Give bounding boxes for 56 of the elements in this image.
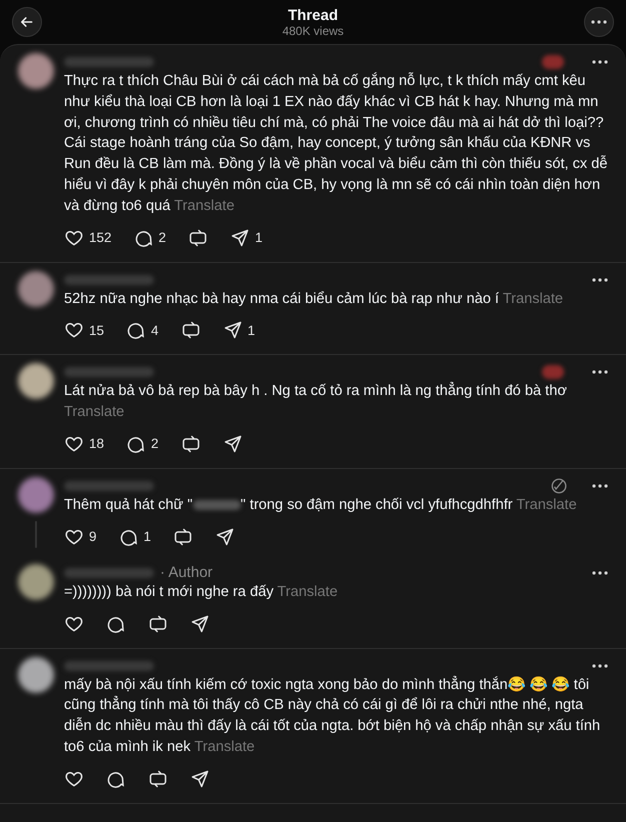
like-count: 152 (89, 230, 112, 246)
like-count: 15 (89, 322, 104, 338)
repost-icon[interactable] (148, 768, 168, 789)
repost-icon[interactable] (148, 614, 168, 634)
share-count: 1 (248, 322, 256, 338)
avatar[interactable] (18, 270, 54, 307)
reply-count: 1 (144, 529, 152, 544)
translate-link[interactable]: Translate (502, 290, 564, 307)
comment-icon[interactable] (126, 320, 146, 340)
like-count: 9 (89, 529, 97, 544)
post-text: Thêm quả hát chữ " " trong so đậm nghe chối vcl yfufhcgdhfhfr Translate (64, 496, 578, 515)
post-text: 52hz nữa nghe nhạc bà hay nma cái biểu cảm lúc bà rap như nào í Translate (64, 290, 564, 309)
avatar[interactable] (18, 656, 54, 693)
repost-icon[interactable] (180, 434, 201, 454)
translate-link[interactable]: Translate (516, 496, 577, 513)
send-icon[interactable] (190, 768, 210, 789)
more-icon[interactable] (592, 484, 608, 488)
post-text: Thực ra t thích Châu Bùi ở cái cách mà bả cố gắng nỗ lực, t k thích mấy cmt kêu như kiểu thà loại CB hơn là loại 1 EX nào đấy khác vì CB hát k hay. Nhưng mà mn ơi, chương trình có nhiều tiêu chí mà, có phải The voice đâu mà ai hát dở thì loại?? Cái stage hoành tráng của So đậm, hay concept, ý tưởng sân khấu của KĐNR vs Run đều là CB làm mà. Đồng ý là về phần vocal và biểu cảm thì còn thiếu sót, cx dễ hiểu vì đây k phải chuyên môn của CB, hy vọng là mn sẽ có cái nhìn toàn diện hơn và đừng to6 quá Translate (64, 71, 608, 216)
author-label: · Author (160, 564, 213, 582)
more-icon[interactable] (592, 664, 608, 668)
send-icon[interactable] (215, 526, 236, 547)
post-text: =)))))))) bà nói t mới nghe ra đấy Translate (64, 582, 339, 602)
repost-icon[interactable] (173, 526, 194, 547)
translate-link[interactable]: Translate (277, 584, 338, 600)
post-text: mấy bà nội xấu tính kiếm cớ toxic ngta xong bảo do mình thẳng thắn😂 😂 😂 tôi cũng thẳng tính mà tôi thấy cô CB này chả có cái gì để lôi ra chửi nthe nhé, ngta diễn dc nhiều màu thì đấy là cái tốt của ngta. bớt biện hộ và chấp nhận sự xấu tính to6 của mình ik nek Translate (64, 674, 602, 757)
back-arrow-icon (20, 15, 34, 29)
more-icon[interactable] (592, 570, 608, 575)
avatar[interactable] (18, 564, 54, 600)
more-icon[interactable] (591, 20, 607, 24)
reply-count: 2 (158, 230, 166, 246)
more-icon[interactable] (592, 278, 608, 282)
more-icon[interactable] (592, 370, 608, 374)
repost-icon[interactable] (180, 320, 201, 340)
send-icon[interactable] (222, 320, 243, 340)
translate-link[interactable]: Translate (194, 738, 255, 755)
reply-count: 2 (151, 436, 159, 452)
share-count: 1 (255, 230, 263, 246)
more-icon[interactable] (592, 60, 608, 64)
translate-link[interactable]: Translate (64, 404, 124, 420)
avatar[interactable] (18, 363, 54, 400)
like-count: 18 (89, 436, 104, 452)
reply-count: 4 (151, 322, 159, 338)
send-icon[interactable] (190, 614, 210, 634)
avatar[interactable] (18, 476, 54, 513)
more-button[interactable] (584, 7, 614, 37)
send-icon[interactable] (222, 434, 243, 454)
post-text: Lát nửa bả vô bả rep bà bây h . Ng ta cố tỏ ra mình là ng thẳng tính đó bà thơ Translate (64, 381, 568, 422)
send-icon[interactable] (230, 228, 250, 248)
back-button[interactable] (12, 7, 42, 37)
avatar[interactable] (18, 53, 54, 89)
heart-icon[interactable] (64, 320, 84, 340)
page-title: Thread (288, 6, 338, 24)
repost-icon[interactable] (188, 228, 208, 248)
translate-link[interactable]: Translate (174, 198, 234, 214)
blurred-word (192, 500, 241, 510)
view-count: 480K views (282, 24, 344, 38)
